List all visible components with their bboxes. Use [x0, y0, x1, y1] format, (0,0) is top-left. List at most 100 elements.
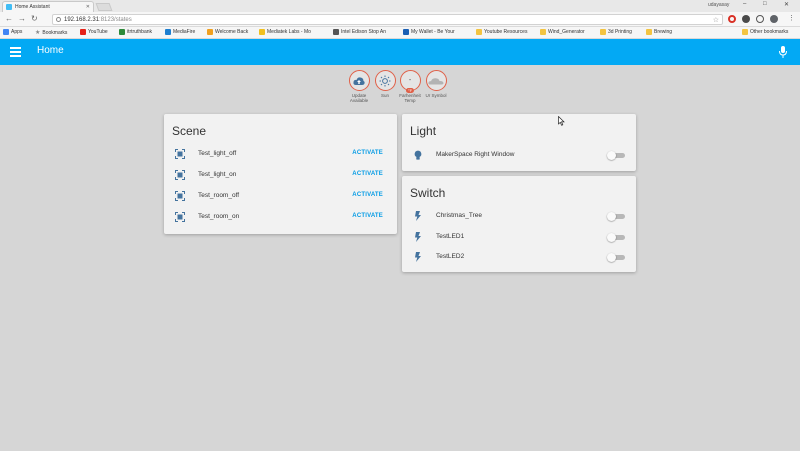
badge-ur-symbol[interactable]: Ur Symbol [424, 70, 448, 98]
scene-row: Test_room_on ACTIVATE [164, 208, 397, 226]
scene-row: Test_room_off ACTIVATE [164, 187, 397, 205]
light-toggle[interactable] [607, 151, 627, 160]
apps-icon [3, 29, 9, 35]
card-title: Scene [172, 124, 207, 138]
youtube-icon [80, 29, 86, 35]
tab-strip: Home Assistant ✕ udayasay – □ ✕ [0, 0, 800, 12]
switch-toggle[interactable] [607, 253, 627, 262]
menu-icon[interactable] [10, 47, 21, 57]
tab-title: Home Assistant [15, 4, 50, 10]
folder-icon [600, 29, 606, 35]
microphone-icon[interactable] [778, 46, 788, 58]
badge-fahrenheit-temp[interactable]: - °F Farhenheit Temp [398, 70, 422, 103]
maximize-button[interactable]: □ [763, 1, 767, 7]
scene-icon [175, 149, 185, 159]
switch-row: TestLED2 [402, 248, 636, 266]
scene-card: Scene Test_light_off ACTIVATE Test_light… [164, 114, 397, 234]
page-icon [333, 29, 339, 35]
card-title: Switch [410, 186, 446, 200]
bookmark-mediatek[interactable]: Mediatek Labs - Mo [259, 29, 311, 35]
badge-sun[interactable]: Sun [373, 70, 397, 98]
bookmark-folder-wind-generator[interactable]: Wind_Generator [540, 29, 585, 35]
home-assistant-favicon-icon [6, 4, 12, 10]
switch-name: Christmas_Tree [436, 212, 482, 219]
bookmark-apps[interactable]: Apps [3, 29, 22, 35]
badge-update-available[interactable]: Update Available [347, 70, 371, 103]
switch-card: Switch Christmas_Tree TestLED1 TestLED2 [402, 176, 636, 272]
bookmark-welcome-back[interactable]: Welcome Back [207, 29, 248, 35]
bookmark-folder-youtube-resources[interactable]: Youtube Resources [476, 29, 527, 35]
bookmark-youtube[interactable]: YouTube [80, 29, 108, 35]
bookmark-my-wallet[interactable]: My Wallet - Be Your [403, 29, 455, 35]
bookmarks-bar: Apps ★ Bookmarks YouTube itrtruthbank Med… [0, 27, 800, 39]
app-header: Home [0, 39, 800, 65]
browser-tab[interactable]: Home Assistant ✕ [2, 1, 94, 12]
browser-window: Home Assistant ✕ udayasay – □ ✕ ← → ↻ 19… [0, 0, 800, 451]
badge-unit-pill: °F [405, 88, 415, 93]
folder-icon [742, 29, 748, 35]
bookmark-folder-other[interactable]: Other bookmarks [742, 29, 788, 35]
page-icon [403, 29, 409, 35]
back-arrow-icon[interactable]: ← [5, 14, 13, 23]
bookmark-star-icon[interactable]: ☆ [713, 16, 719, 24]
scene-row: Test_light_off ACTIVATE [164, 145, 397, 163]
lightbulb-icon [414, 150, 422, 160]
activate-button[interactable]: ACTIVATE [352, 213, 383, 219]
bookmark-itrtruthbank[interactable]: itrtruthbank [119, 29, 152, 35]
switch-name: TestLED1 [436, 233, 465, 240]
extension-icon[interactable] [756, 15, 764, 23]
profile-name[interactable]: udayasay [708, 2, 729, 8]
light-row: MakerSpace Right Window [402, 146, 636, 164]
url-text: 192.168.2.31:8123/states [64, 16, 132, 23]
page-info-icon[interactable] [56, 17, 61, 22]
flash-icon [415, 252, 421, 262]
forward-arrow-icon[interactable]: → [18, 14, 26, 23]
scene-icon [175, 212, 185, 222]
badge-label: Available [349, 98, 369, 103]
bookmark-mediafire[interactable]: MediaFire [165, 29, 195, 35]
flash-icon [415, 232, 421, 242]
bookmark-intel-edison[interactable]: Intel Edison Stop An [333, 29, 386, 35]
light-name: MakerSpace Right Window [436, 151, 515, 158]
tab-close-icon[interactable]: ✕ [86, 4, 90, 10]
extension-icon[interactable] [742, 15, 750, 23]
activate-button[interactable]: ACTIVATE [352, 171, 383, 177]
scene-icon [175, 191, 185, 201]
badge-value: - [408, 77, 412, 84]
scene-row: Test_light_on ACTIVATE [164, 166, 397, 184]
badge-label: Sun [380, 93, 389, 98]
extension-icon[interactable] [770, 15, 778, 23]
opera-extension-icon[interactable] [728, 15, 736, 23]
close-window-button[interactable]: ✕ [784, 1, 789, 8]
scene-name: Test_light_on [198, 171, 237, 178]
card-title: Light [410, 124, 437, 138]
bookmark-bookmarks[interactable]: ★ Bookmarks [35, 29, 67, 37]
badge-label: Ur Symbol [425, 93, 447, 98]
page-icon [119, 29, 125, 35]
folder-icon [476, 29, 482, 35]
minimize-button[interactable]: – [743, 1, 746, 7]
flash-icon [415, 211, 421, 221]
scene-icon [175, 170, 185, 180]
folder-icon [540, 29, 546, 35]
page-icon [165, 29, 171, 35]
bookmark-folder-3d-printing[interactable]: 3d Printing [600, 29, 632, 35]
light-card: Light MakerSpace Right Window [402, 114, 636, 171]
switch-row: Christmas_Tree [402, 207, 636, 225]
switch-toggle[interactable] [607, 233, 627, 242]
folder-icon [646, 29, 652, 35]
scene-name: Test_light_off [198, 150, 237, 157]
weather-cloud-icon [428, 77, 444, 84]
reload-icon[interactable]: ↻ [31, 14, 38, 23]
activate-button[interactable]: ACTIVATE [352, 192, 383, 198]
switch-toggle[interactable] [607, 212, 627, 221]
page-icon [207, 29, 213, 35]
new-tab-button[interactable] [95, 3, 113, 11]
activate-button[interactable]: ACTIVATE [352, 150, 383, 156]
sun-icon [379, 75, 391, 86]
page-icon [259, 29, 265, 35]
cloud-upload-icon [353, 76, 365, 85]
bookmark-folder-brewing[interactable]: Brewing [646, 29, 672, 35]
address-bar[interactable]: 192.168.2.31:8123/states ☆ [52, 14, 723, 25]
chrome-menu-icon[interactable]: ⋮ [788, 14, 795, 22]
